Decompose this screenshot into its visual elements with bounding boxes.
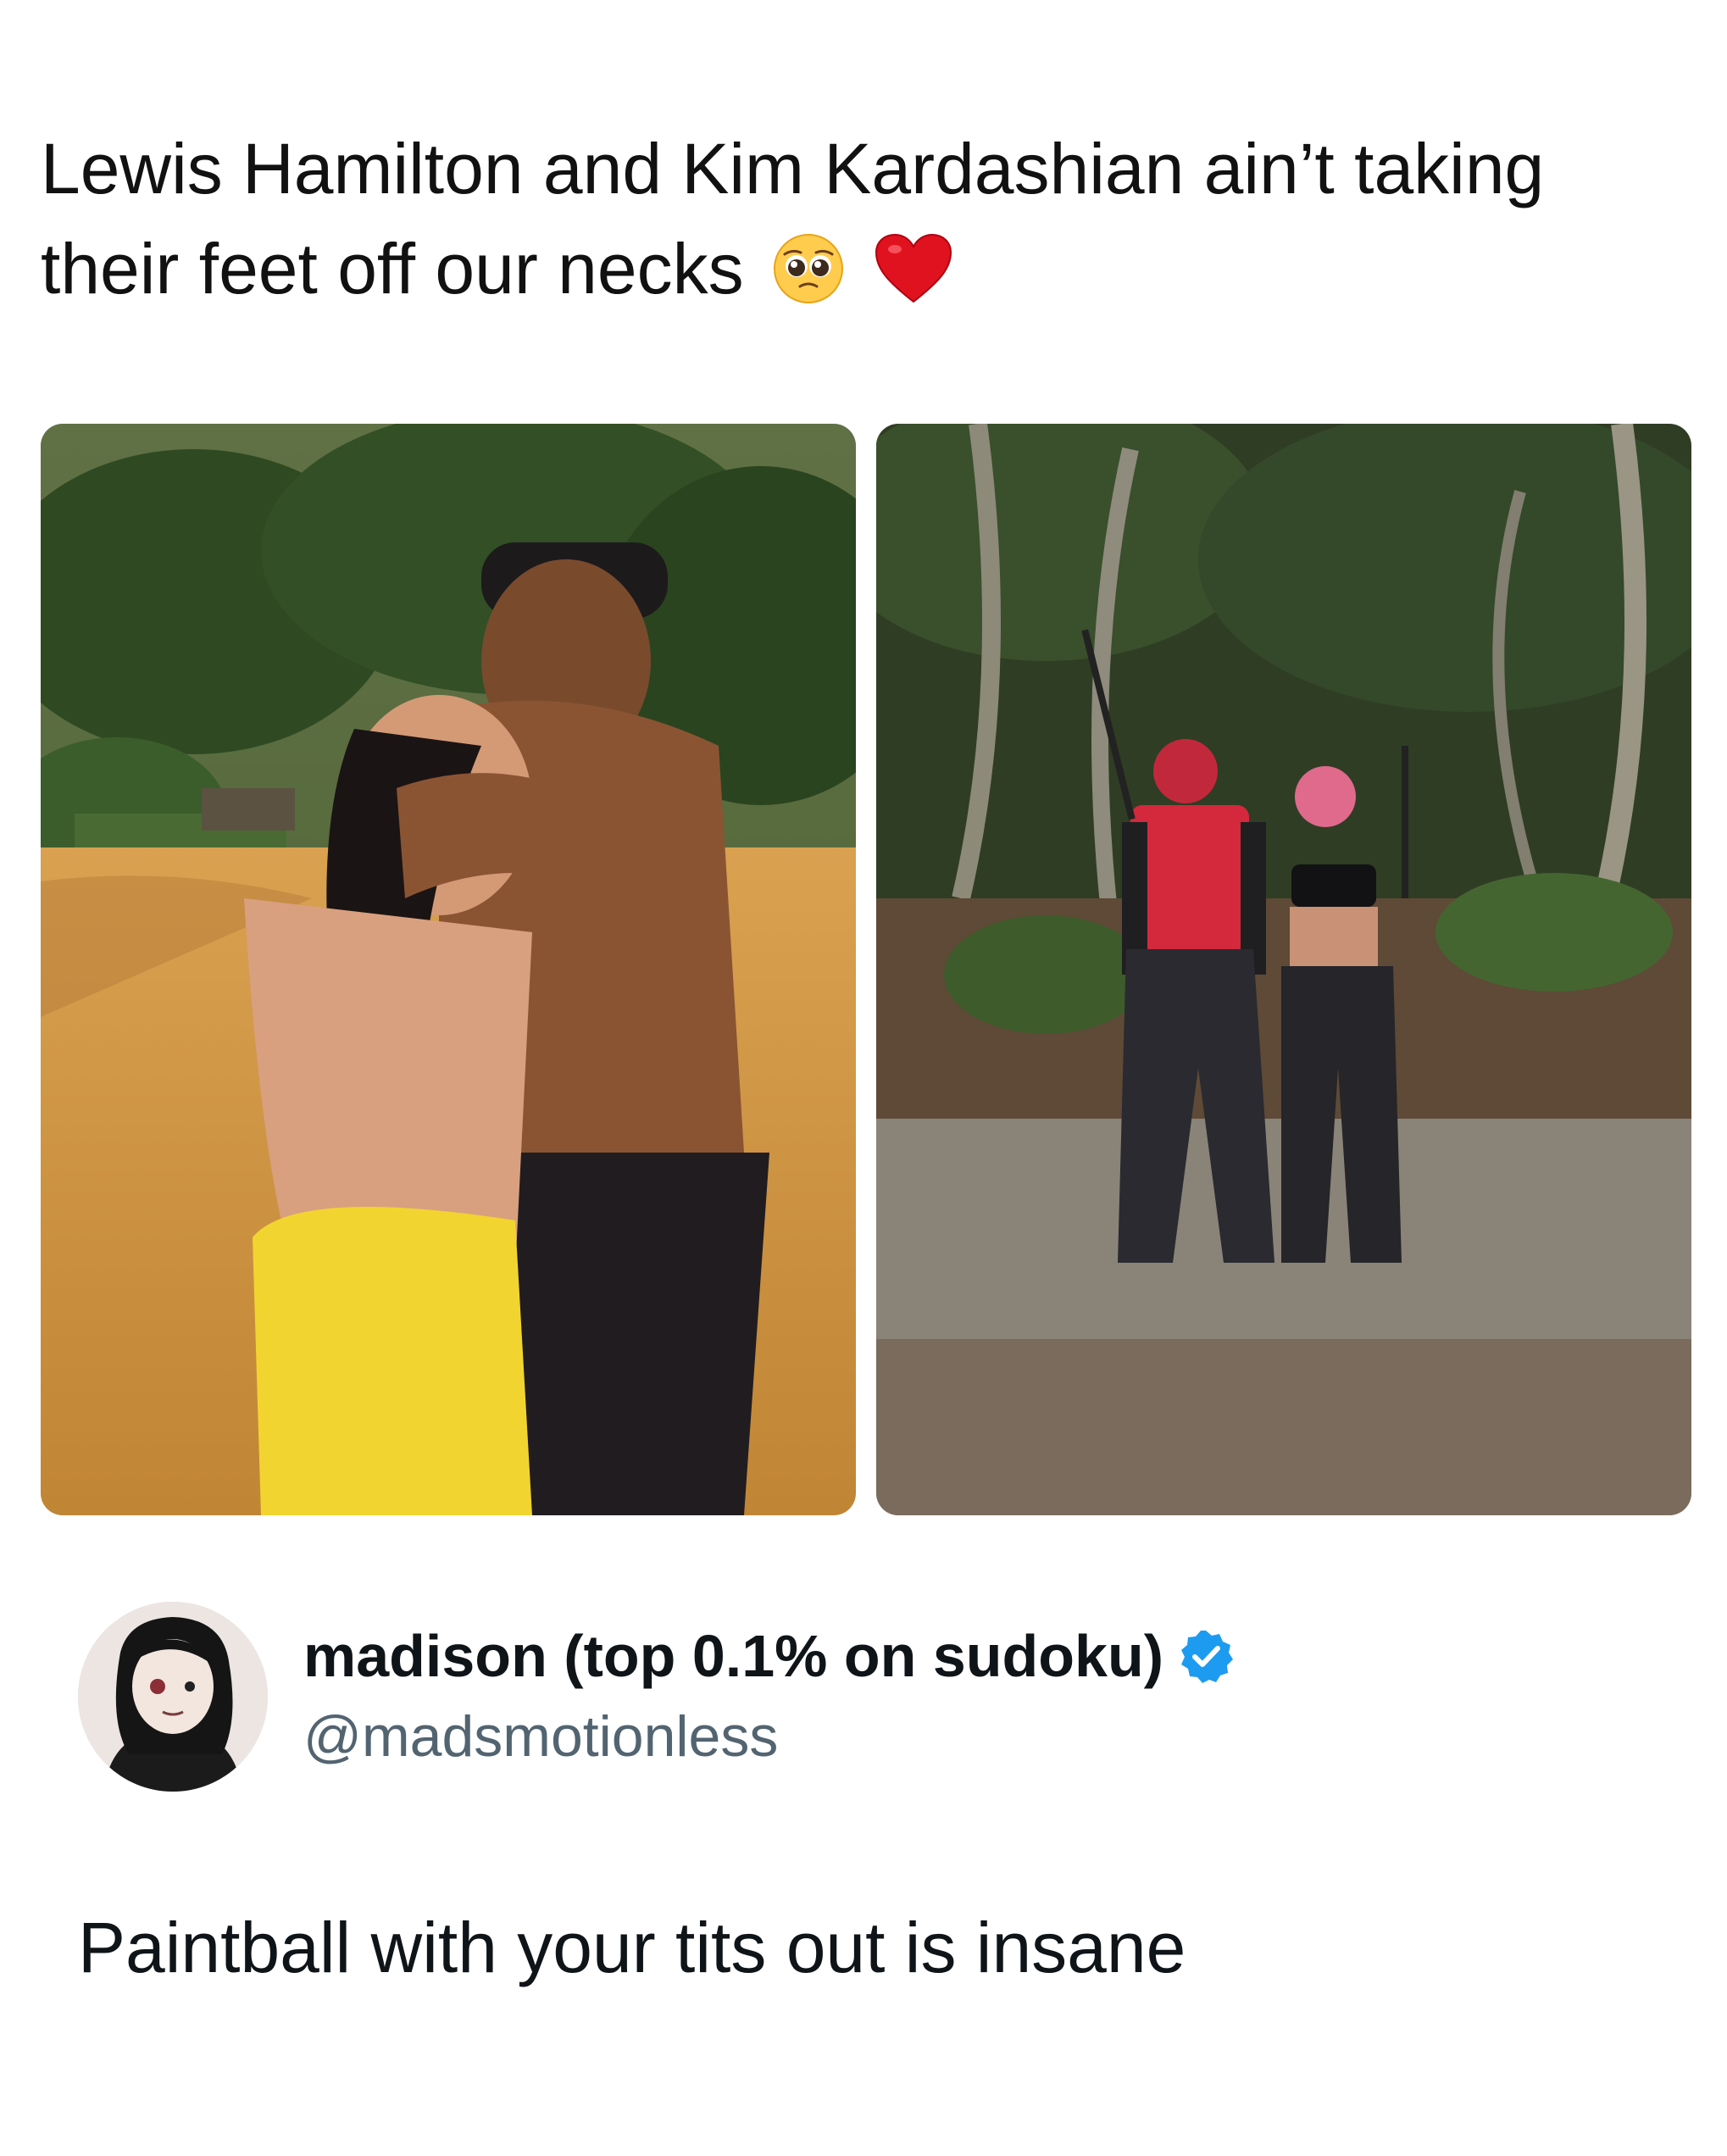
headline-line-1: Lewis Hamilton and Kim Kardashian ain’t … xyxy=(41,129,1545,208)
paintball-photo-illustration xyxy=(876,424,1691,1515)
tweet-text: Paintball with your tits out is insane xyxy=(78,1908,1186,1987)
tweet-author-row: madison (top 0.1% on sudoku) xyxy=(303,1620,1235,1692)
display-name[interactable]: madison (top 0.1% on sudoku) xyxy=(303,1622,1163,1690)
verified-badge-icon xyxy=(1181,1631,1234,1683)
headline-line-2: their feet off our necks xyxy=(41,219,1702,331)
beach-photo-illustration xyxy=(41,424,856,1515)
avatar-illustration xyxy=(78,1602,268,1792)
pleading-face-icon xyxy=(772,231,845,331)
post-headline: Lewis Hamilton and Kim Kardashian ain’t … xyxy=(41,119,1702,331)
user-handle[interactable]: @madsmotionless xyxy=(303,1703,778,1770)
avatar[interactable] xyxy=(78,1602,268,1792)
red-heart-icon xyxy=(873,231,954,331)
headline-line-2-text: their feet off our necks xyxy=(41,229,744,308)
paintball-photo[interactable] xyxy=(876,424,1691,1515)
beach-photo[interactable] xyxy=(41,424,856,1515)
